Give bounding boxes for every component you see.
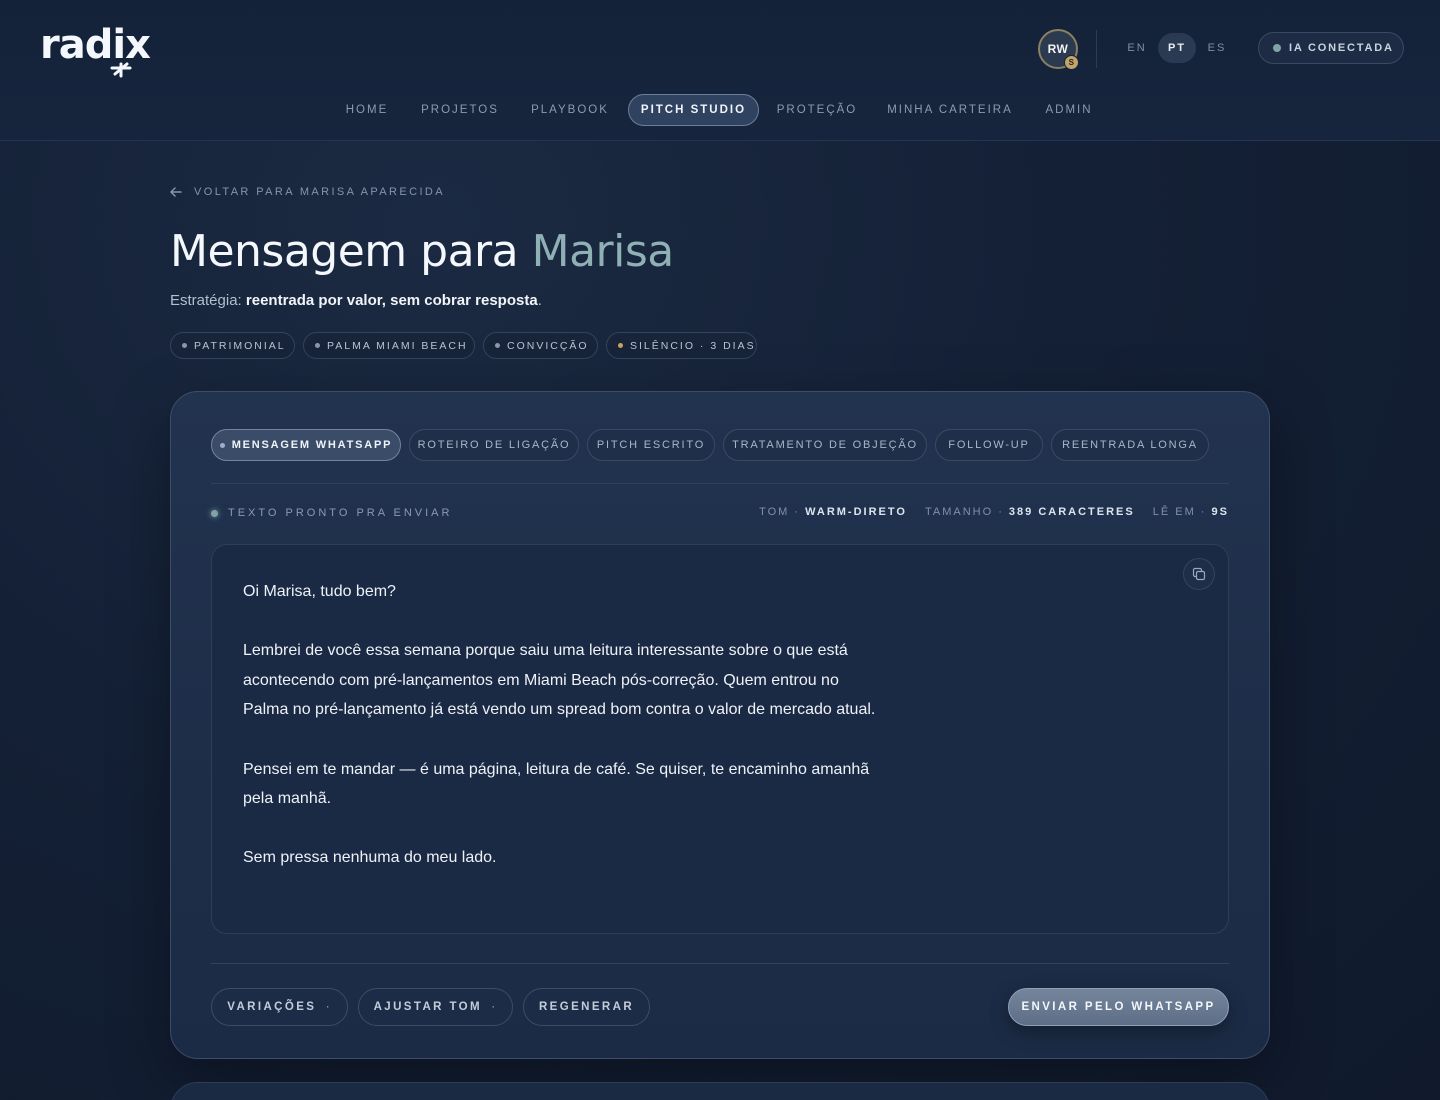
lang-en-button[interactable]: EN — [1118, 33, 1156, 63]
page-title-name: Marisa — [531, 226, 675, 277]
tag-dot-icon — [315, 343, 320, 348]
dropdown-dot-icon: · — [326, 1002, 332, 1012]
ready-dot-icon — [211, 509, 218, 517]
tag-palma-miami-beach: PALMA MIAMI BEACH — [303, 332, 475, 359]
message-paragraph: Sem pressa nenhuma do meu lado. — [243, 849, 497, 867]
variations-button[interactable]: VARIAÇÕES · — [211, 988, 348, 1026]
meta-read-value: 9S — [1211, 506, 1229, 518]
tab-pitch-escrito[interactable]: PITCH ESCRITO — [587, 429, 715, 461]
tab-mensagem-whatsapp[interactable]: MENSAGEM WHATSAPP — [211, 429, 401, 461]
nav-playbook[interactable]: PLAYBOOK — [520, 94, 620, 126]
message-meta: TOM · WARM-DIRETO TAMANHO · 389 CARACTER… — [759, 506, 1229, 518]
active-tab-dot-icon — [219, 442, 225, 448]
variations-label: VARIAÇÕES — [227, 1001, 317, 1013]
tab-reentrada-longa[interactable]: REENTRADA LONGA — [1051, 429, 1209, 461]
tag-dot-icon — [495, 343, 500, 348]
tag-patrimonial: PATRIMONIAL — [170, 332, 295, 359]
dropdown-dot-icon: · — [492, 1002, 498, 1012]
send-whatsapp-button[interactable]: ENVIAR PELO WHATSAPP — [1008, 988, 1229, 1026]
strategy-end: . — [537, 292, 542, 309]
tab-tratamento-de-objecao[interactable]: TRATAMENTO DE OBJEÇÃO — [723, 429, 927, 461]
adjust-tone-label: AJUSTAR TOM — [373, 1001, 482, 1013]
message-paragraph: Pensei em te mandar — é uma página, leit… — [243, 760, 870, 808]
top-header: radix RW S EN PT ES IA CONECTADA HOME PR… — [0, 0, 1440, 141]
main-nav: HOME PROJETOS PLAYBOOK PITCH STUDIO PROT… — [0, 94, 1440, 126]
nav-admin[interactable]: ADMIN — [1036, 94, 1102, 126]
lang-es-button[interactable]: ES — [1198, 33, 1236, 63]
tab-roteiro-de-ligacao[interactable]: ROTEIRO DE LIGAÇÃO — [409, 429, 579, 461]
tabs-divider — [211, 483, 1229, 484]
meta-size: TAMANHO · 389 CARACTERES — [925, 506, 1135, 518]
tag-dot-icon — [182, 343, 187, 348]
tab-follow-up[interactable]: FOLLOW-UP — [935, 429, 1043, 461]
nav-minha-carteira[interactable]: MINHA CARTEIRA — [880, 94, 1020, 126]
nav-protecao[interactable]: PROTEÇÃO — [768, 94, 866, 126]
ready-status: TEXTO PRONTO PRA ENVIAR — [211, 507, 452, 519]
actions-divider — [211, 963, 1229, 964]
header-divider — [1096, 30, 1097, 68]
meta-read-label: LÊ EM · — [1152, 506, 1207, 518]
tag-label: SILÊNCIO · 3 DIAS — [630, 339, 756, 352]
message-box[interactable]: Oi Marisa, tudo bem? Lembrei de você ess… — [211, 544, 1229, 934]
strategy-value: reentrada por valor, sem cobrar resposta — [245, 292, 538, 309]
ia-status-label: IA CONECTADA — [1289, 42, 1394, 54]
meta-size-value: 389 CARACTERES — [1008, 506, 1135, 518]
logo-snowflake-icon — [110, 62, 132, 78]
nav-pitch-studio[interactable]: PITCH STUDIO — [628, 94, 759, 126]
user-avatar[interactable]: RW S — [1038, 29, 1079, 70]
nav-home[interactable]: HOME — [333, 94, 401, 126]
page-title: Mensagem para Marisa — [170, 226, 674, 277]
avatar-status-badge: S — [1064, 55, 1079, 70]
adjust-tone-button[interactable]: AJUSTAR TOM · — [358, 988, 513, 1026]
meta-tone: TOM · WARM-DIRETO — [759, 506, 907, 518]
message-paragraph: Oi Marisa, tudo bem? — [243, 583, 396, 600]
back-link-label: VOLTAR PARA MARISA APARECIDA — [194, 186, 445, 198]
copy-button[interactable] — [1183, 558, 1215, 590]
ia-status-pill[interactable]: IA CONECTADA — [1258, 32, 1404, 64]
back-link[interactable]: VOLTAR PARA MARISA APARECIDA — [170, 186, 445, 198]
next-card-peek — [170, 1082, 1270, 1100]
lang-pt-button[interactable]: PT — [1158, 33, 1196, 63]
page-title-prefix: Mensagem para — [170, 226, 519, 277]
message-text: Oi Marisa, tudo bem? Lembrei de você ess… — [243, 577, 883, 903]
avatar-initials: RW — [1047, 42, 1069, 56]
tag-conviccao: CONVICÇÃO — [483, 332, 598, 359]
strategy-line: Estratégia: reentrada por valor, sem cob… — [170, 292, 542, 309]
tag-label: PALMA MIAMI BEACH — [327, 339, 468, 352]
tag-label: CONVICÇÃO — [507, 339, 589, 352]
nav-projetos[interactable]: PROJETOS — [414, 94, 506, 126]
meta-tone-label: TOM · — [759, 506, 801, 518]
ready-label: TEXTO PRONTO PRA ENVIAR — [228, 507, 453, 519]
tag-label: PATRIMONIAL — [194, 339, 286, 352]
meta-size-label: TAMANHO · — [924, 506, 1004, 518]
pitch-card: MENSAGEM WHATSAPP ROTEIRO DE LIGAÇÃO PIT… — [170, 391, 1270, 1059]
regenerate-button[interactable]: REGENERAR — [523, 988, 650, 1026]
meta-read: LÊ EM · 9S — [1153, 506, 1229, 518]
ia-status-dot-icon — [1273, 44, 1281, 52]
strategy-label: Estratégia: — [170, 292, 242, 309]
meta-tone-value: WARM-DIRETO — [805, 506, 907, 518]
arrow-left-icon — [170, 187, 182, 197]
tab-label: MENSAGEM WHATSAPP — [231, 439, 393, 451]
copy-icon — [1192, 567, 1206, 581]
tag-silencio: SILÊNCIO · 3 DIAS — [606, 332, 757, 359]
tag-dot-icon — [618, 343, 623, 348]
message-paragraph: Lembrei de você essa semana porque saiu … — [243, 642, 876, 719]
